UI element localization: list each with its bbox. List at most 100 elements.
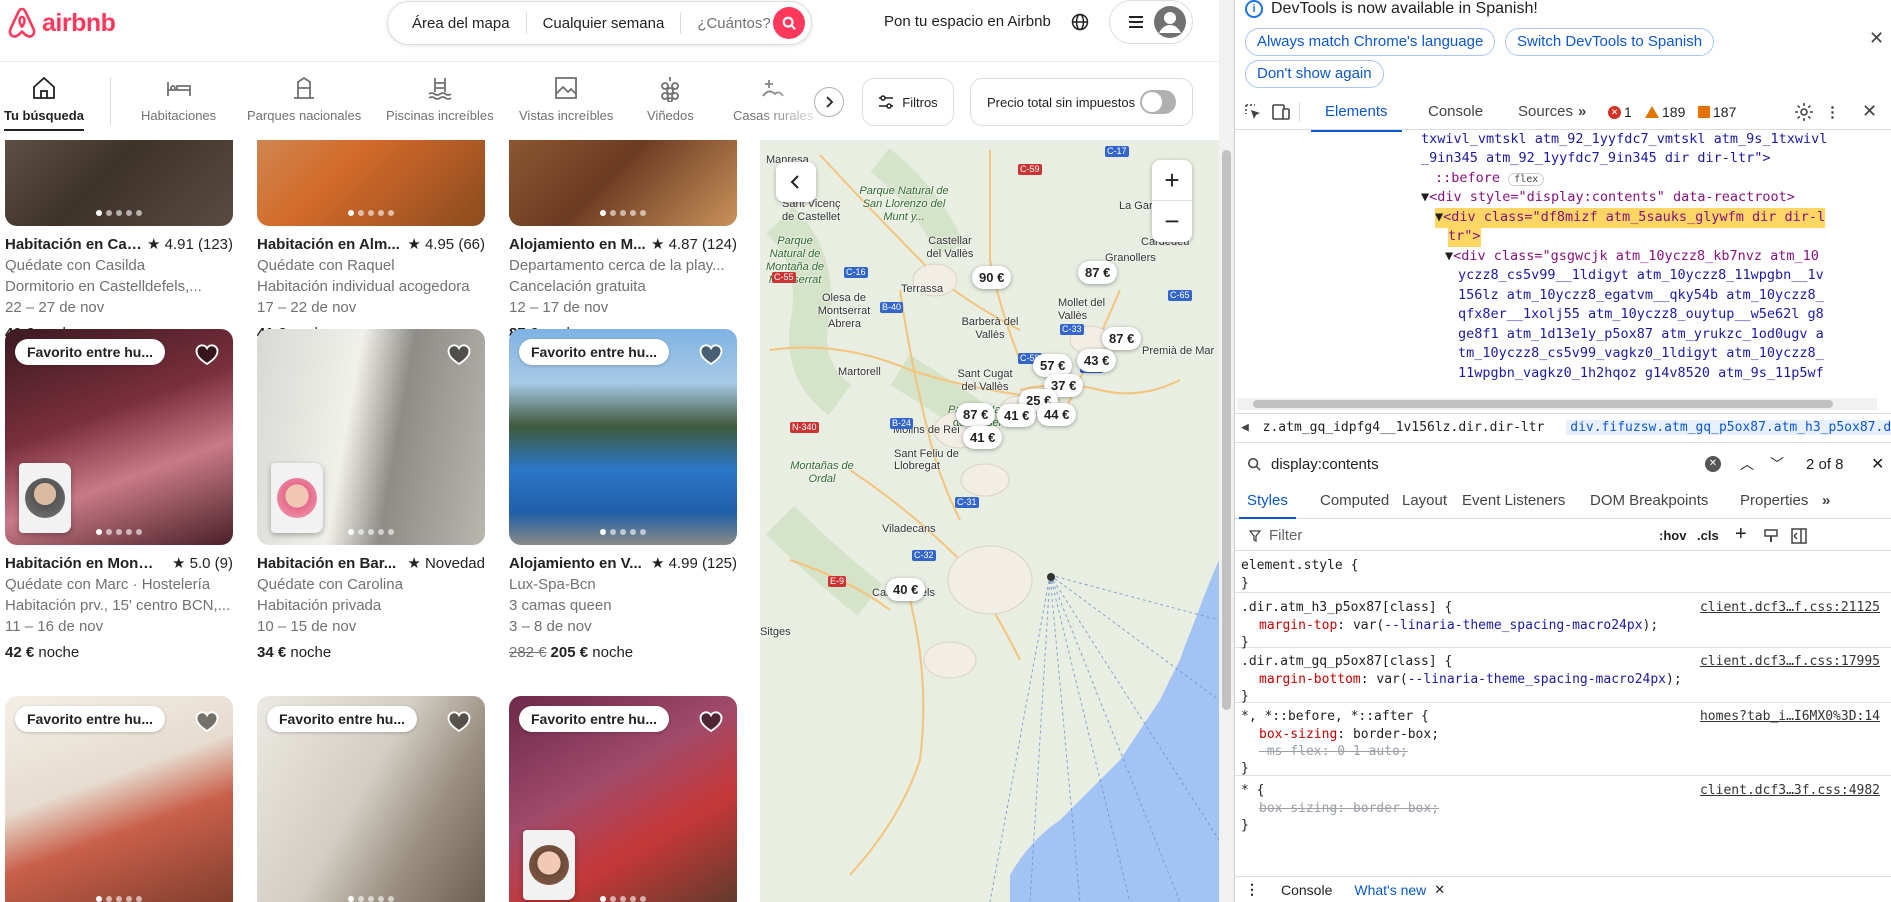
tab-sources[interactable]: Sources — [1518, 103, 1573, 120]
rule-source-link[interactable]: homes?tab_i…I6MX0%3D:14 — [1700, 708, 1880, 726]
price-pin[interactable]: 40 € — [886, 578, 926, 601]
listing-card[interactable]: Favorito entre hu... — [5, 696, 233, 902]
listing-photo[interactable] — [257, 329, 485, 545]
price-pin[interactable]: 87 € — [956, 403, 996, 426]
collapse-map-button[interactable] — [776, 162, 816, 202]
listing-card[interactable]: Habitación en Alm... ★ 4.95 (66) Quédate … — [257, 140, 485, 344]
close-search-icon[interactable]: ✕ — [1871, 454, 1884, 474]
rule-selector[interactable]: *, *::before, *::after { — [1241, 708, 1429, 726]
user-menu-button[interactable] — [1109, 0, 1193, 44]
close-icon[interactable]: ✕ — [1869, 28, 1884, 49]
rule-selector[interactable]: element.style { — [1241, 557, 1358, 575]
heart-icon[interactable] — [699, 710, 723, 734]
map[interactable]: Manresa Parque Natural de San Llorenzo d… — [760, 140, 1219, 902]
listing-photo[interactable]: Favorito entre hu... — [5, 329, 233, 545]
heart-icon[interactable] — [195, 710, 219, 734]
rule-selector[interactable]: * { — [1241, 782, 1264, 800]
heart-icon[interactable] — [447, 710, 471, 734]
drawer-tab-console[interactable]: Console — [1281, 882, 1332, 898]
styles-filter-input[interactable]: Filter — [1269, 527, 1302, 544]
css-declaration[interactable]: box-sizing: border-box; — [1259, 726, 1439, 744]
drawer-tab-whats-new[interactable]: What's new — [1354, 882, 1426, 898]
search-when[interactable]: Cualquier semana — [527, 15, 681, 32]
tab-styles[interactable]: Styles — [1239, 492, 1296, 519]
price-pin[interactable]: 41 € — [997, 404, 1037, 427]
listing-photo[interactable] — [509, 140, 737, 226]
clear-search-icon[interactable]: ✕ — [1705, 456, 1721, 472]
category-vinedos[interactable]: Viñedos — [647, 74, 694, 123]
kebab-menu-icon[interactable]: ⋮ — [1825, 103, 1840, 121]
rule-source-link[interactable]: client.dcf3…3f.css:4982 — [1700, 782, 1880, 800]
listing-card[interactable]: Favorito entre hu... — [509, 696, 737, 902]
drawer-menu-icon[interactable]: ⋮ — [1245, 881, 1259, 898]
listing-card[interactable]: Alojamiento en M... ★ 4.87 (124) Departam… — [509, 140, 737, 344]
category-vistas[interactable]: Vistas increíbles — [519, 74, 613, 123]
search-who[interactable]: ¿Cuántos? — [681, 15, 770, 32]
listing-card[interactable]: Habitación en Cas... ★ 4.91 (123) Quédate… — [5, 140, 233, 344]
price-pin[interactable]: 87 € — [1078, 261, 1118, 284]
dom-line[interactable]: ::before flex — [1435, 169, 1545, 190]
gear-icon[interactable] — [1794, 102, 1814, 122]
breadcrumb-item[interactable]: z.atm_gq_idpfg4__1v156lz.dir.dir-ltr — [1263, 420, 1545, 435]
category-habitaciones[interactable]: Habitaciones — [141, 74, 216, 123]
tab-computed[interactable]: Computed — [1320, 492, 1389, 509]
dom-line[interactable]: ge8f1 atm_1d13e1y_p5ox87 atm_yrukzc_1od0… — [1458, 325, 1824, 345]
listing-photo[interactable]: Favorito entre hu... — [5, 696, 233, 902]
more-tabs-icon[interactable]: » — [1578, 103, 1586, 120]
search-button[interactable] — [773, 7, 805, 39]
heart-icon[interactable] — [699, 343, 723, 367]
rule-selector[interactable]: .dir.atm_gq_p5ox87[class] { — [1241, 653, 1452, 671]
category-parques[interactable]: Parques nacionales — [247, 74, 361, 123]
dom-line[interactable]: ▼<div style="display:contents" data-reac… — [1421, 188, 1795, 208]
hover-state-toggle[interactable]: :hov — [1659, 528, 1686, 543]
dom-line[interactable]: 156lz atm_10yczz8_egatvm__qky54b atm_10y… — [1458, 286, 1824, 306]
sidebar-toggle-icon[interactable] — [1791, 528, 1807, 544]
css-declaration-overridden[interactable]: -ms-flex: 0 1 auto; — [1259, 743, 1408, 761]
dom-line-selected[interactable]: tr"> — [1448, 227, 1481, 247]
crumb-scroll-left-icon[interactable]: ◀ — [1235, 420, 1255, 435]
dom-line-selected[interactable]: ▼<div class="df8mizf atm_5sauks_glywfm d… — [1435, 208, 1826, 228]
rule-source-link[interactable]: client.dcf3…f.css:17995 — [1700, 653, 1880, 671]
dom-line[interactable]: 11wpgbn_vagkz0_1h2hqoz g14v8520 atm_9s_1… — [1458, 364, 1824, 384]
globe-icon[interactable] — [1070, 12, 1090, 32]
dom-line[interactable]: ▼<div class="gsgwcjk atm_10yczz8_kb7nvz … — [1445, 247, 1819, 267]
css-declaration-overridden[interactable]: box-sizing: border-box; — [1259, 800, 1439, 818]
airbnb-logo[interactable]: airbnb — [6, 6, 116, 40]
breadcrumb-item-active[interactable]: div.fifuzsw.atm_gq_p5ox87.atm_h3_p5ox87.… — [1566, 420, 1891, 435]
error-count[interactable]: ✕ 1 — [1608, 104, 1632, 120]
tab-elements[interactable]: Elements — [1311, 103, 1401, 132]
listing-photo[interactable] — [5, 140, 233, 226]
match-language-button[interactable]: Always match Chrome's language — [1245, 28, 1496, 56]
price-pin[interactable]: 43 € — [1077, 349, 1117, 372]
search-where[interactable]: Área del mapa — [388, 15, 526, 32]
dom-line[interactable]: yczz8_cs5v99__1ldigyt atm_10yczz8_11wpgb… — [1458, 266, 1824, 286]
tab-event-listeners[interactable]: Event Listeners — [1462, 492, 1565, 509]
new-rule-icon[interactable]: + — [1735, 523, 1747, 546]
close-devtools-icon[interactable]: ✕ — [1862, 101, 1877, 122]
dom-line[interactable]: tm_10yczz8_cs5v99_vagkz0_1ldigyt atm_10y… — [1458, 344, 1824, 364]
heart-icon[interactable] — [195, 343, 219, 367]
dont-show-again-button[interactable]: Don't show again — [1245, 60, 1384, 88]
dom-line[interactable]: txwivl_vmtskl atm_92_1yyfdc7_vmtskl atm_… — [1421, 130, 1827, 150]
listing-photo[interactable]: Favorito entre hu... — [509, 696, 737, 902]
warning-count[interactable]: 189 — [1645, 104, 1685, 120]
css-declaration[interactable]: margin-bottom: var(--linaria-theme_spaci… — [1259, 671, 1682, 689]
page-scrollbar[interactable] — [1219, 0, 1234, 902]
price-pin[interactable]: 90 € — [972, 266, 1012, 289]
listing-photo[interactable]: Favorito entre hu... — [257, 696, 485, 902]
listing-photo[interactable] — [257, 140, 485, 226]
listing-card[interactable]: Habitación en Bar... ★ Novedad Quédate co… — [257, 329, 485, 663]
tab-dom-breakpoints[interactable]: DOM Breakpoints — [1590, 492, 1708, 509]
listing-card[interactable]: Favorito entre hu... — [257, 696, 485, 902]
price-pin[interactable]: 44 € — [1037, 403, 1077, 426]
heart-icon[interactable] — [447, 343, 471, 367]
listing-photo[interactable]: Favorito entre hu... — [509, 329, 737, 545]
more-panels-icon[interactable]: » — [1822, 492, 1830, 509]
scrollbar-thumb[interactable] — [1222, 150, 1231, 710]
search-next-icon[interactable]: ﹀ — [1770, 454, 1784, 474]
paint-icon[interactable] — [1763, 529, 1779, 543]
zoom-in-button[interactable]: + — [1152, 160, 1192, 201]
host-link[interactable]: Pon tu espacio en Airbnb — [884, 13, 1051, 30]
issue-count[interactable]: 187 — [1698, 104, 1736, 120]
search-bar[interactable]: Área del mapa Cualquier semana ¿Cuántos? — [387, 1, 812, 45]
